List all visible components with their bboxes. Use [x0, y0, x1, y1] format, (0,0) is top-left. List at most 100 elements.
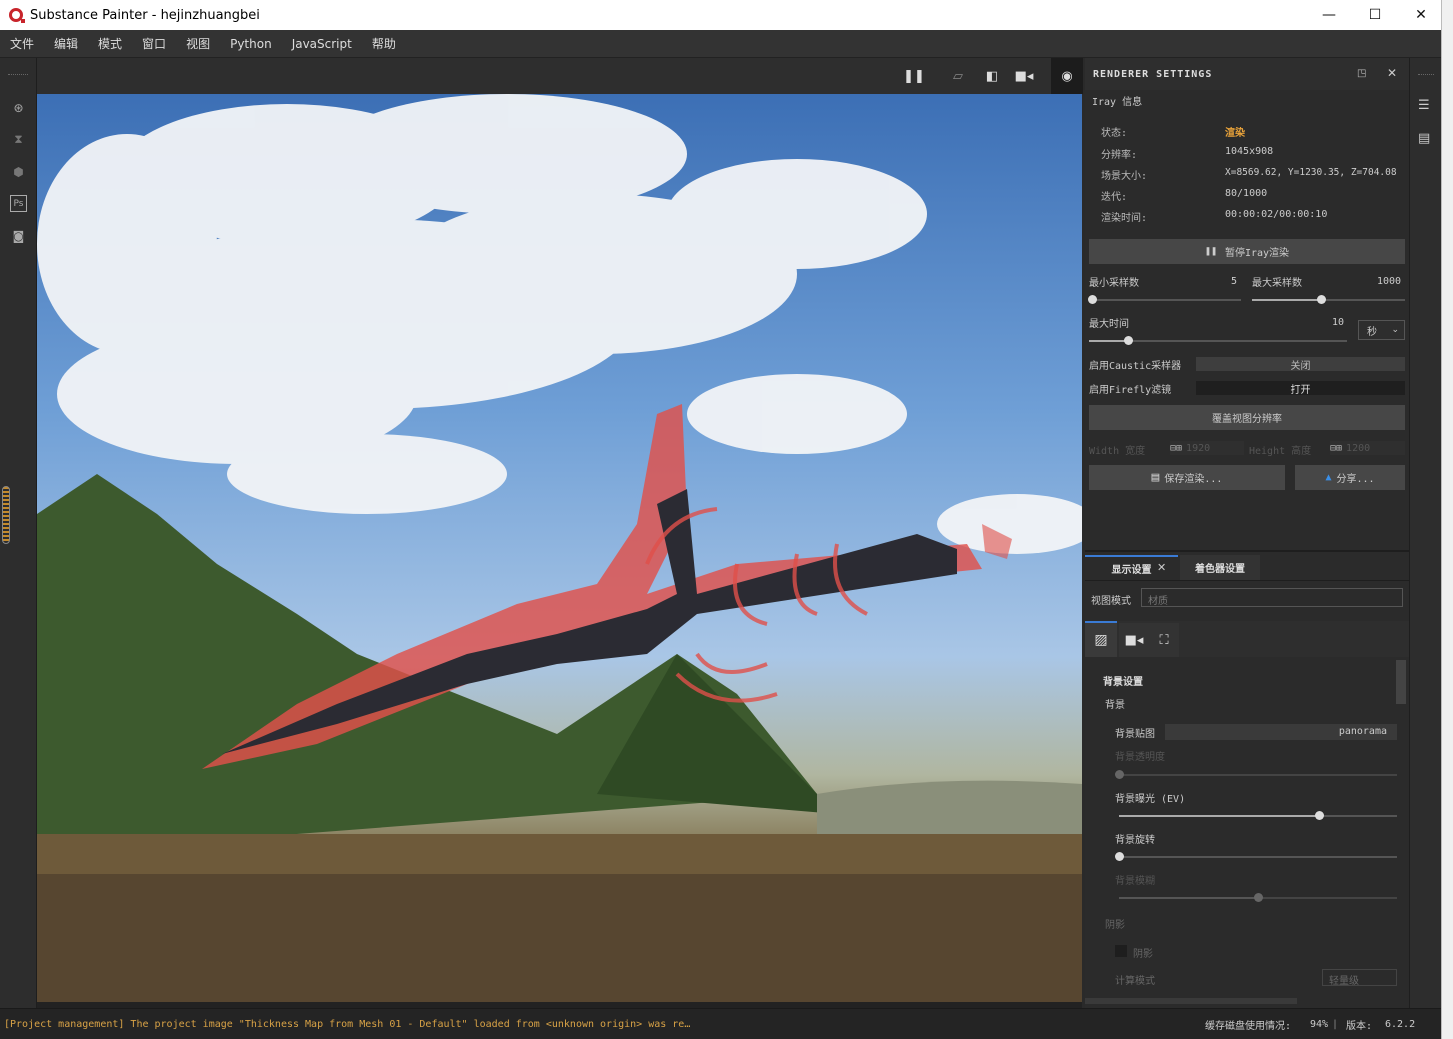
bg-rotation-slider[interactable] [1115, 852, 1397, 861]
toolbar-grip [8, 74, 28, 76]
dock-grip [1418, 74, 1434, 75]
screenshot-icon[interactable]: ◉ [1051, 58, 1083, 94]
shadow-checkbox[interactable] [1115, 945, 1127, 957]
side-handle[interactable] [2, 486, 10, 544]
3d-view-icon[interactable]: ◧ [981, 66, 1003, 86]
3d-viewport[interactable] [37, 94, 1082, 1002]
menu-javascript[interactable]: JavaScript [282, 37, 362, 51]
menu-edit[interactable]: 编辑 [44, 35, 88, 52]
menu-view[interactable]: 视图 [176, 35, 220, 52]
version-label: 版本: [1346, 1020, 1373, 1032]
override-resolution-button[interactable]: 覆盖视图分辨率 [1089, 405, 1405, 430]
cache-value: 94% [1310, 1018, 1329, 1030]
properties-icon[interactable]: ▤ [1418, 131, 1434, 147]
renderer-settings-title: RENDERER SETTINGS [1093, 68, 1213, 80]
shadow-label: 阴影 [1133, 949, 1153, 960]
menu-file[interactable]: 文件 [0, 35, 44, 52]
panel-scrollbar[interactable] [1396, 660, 1406, 704]
max-time-value[interactable]: 10 [1332, 317, 1344, 328]
tab-shader-settings[interactable]: 着色器设置 [1180, 555, 1260, 580]
viewport-frame-icon[interactable]: ⛶ [1149, 623, 1179, 657]
version-value: 6.2.2 [1385, 1018, 1416, 1030]
render-time-row: 渲染时间: 00:00:02/00:00:10 [1101, 209, 1327, 224]
width-stepper-icon[interactable]: ⊟⊞ [1170, 443, 1182, 454]
bg-blur-label: 背景模糊 [1115, 876, 1155, 887]
slider-knob[interactable] [1254, 893, 1263, 902]
caustic-toggle[interactable]: 关闭 [1196, 357, 1405, 372]
max-samples-slider[interactable] [1252, 295, 1405, 304]
resolution-value: 1045x908 [1225, 146, 1274, 157]
menu-window[interactable]: 窗口 [132, 35, 176, 52]
menu-help[interactable]: 帮助 [362, 35, 406, 52]
firefly-toggle[interactable]: 打开 [1196, 381, 1405, 396]
status-bar: [Project management] The project image "… [0, 1008, 1441, 1039]
minimize-button[interactable]: — [1306, 0, 1352, 30]
close-button[interactable]: ✕ [1398, 0, 1444, 30]
height-label: Height 高度 [1249, 446, 1312, 457]
time-unit-value: 秒 [1367, 326, 1377, 338]
bg-blur-slider[interactable] [1119, 893, 1397, 902]
menu-python[interactable]: Python [220, 37, 282, 51]
iterations-label: 迭代: [1101, 192, 1128, 203]
bg-exposure-slider[interactable] [1119, 811, 1397, 820]
bg-map-field[interactable]: panorama [1165, 724, 1397, 740]
height-field[interactable]: ⊟⊞ 1200 [1330, 441, 1405, 455]
image-icon[interactable]: ▨ [1085, 621, 1117, 657]
height-stepper-icon[interactable]: ⊟⊞ [1330, 443, 1342, 454]
slider-knob[interactable] [1115, 852, 1124, 861]
min-samples-label: 最小采样数 [1089, 278, 1139, 289]
save-icon: ▤ [1151, 470, 1160, 485]
panel-divider [1085, 550, 1409, 552]
tab-shader-label: 着色器设置 [1195, 564, 1245, 575]
width-field[interactable]: ⊟⊞ 1920 [1170, 441, 1244, 455]
undock-icon[interactable]: ◳ [1357, 68, 1366, 79]
maximize-button[interactable]: ☐ [1352, 0, 1398, 30]
max-time-label: 最大时间 [1089, 319, 1129, 330]
log-message[interactable]: [Project management] The project image "… [4, 1019, 690, 1030]
slider-knob[interactable] [1088, 295, 1098, 304]
width-value: 1920 [1186, 442, 1211, 454]
camera-icon[interactable]: ■◂ [1013, 66, 1035, 86]
save-render-button[interactable]: ▤ 保存渲染... [1089, 465, 1285, 490]
slider-knob[interactable] [1315, 811, 1325, 820]
caustic-label: 启用Caustic采样器 [1089, 361, 1182, 372]
view-mode-select[interactable]: 材质 [1141, 588, 1403, 607]
bg-settings-heading: 背景设置 [1103, 677, 1143, 688]
export-icon[interactable]: ◙ [10, 227, 27, 244]
menu-mode[interactable]: 模式 [88, 35, 132, 52]
close-tab-icon[interactable]: ✕ [1157, 561, 1166, 574]
calc-mode-select[interactable]: 轻量级 [1322, 969, 1397, 987]
frame-icon[interactable]: ▱ [947, 66, 969, 86]
slider-knob[interactable] [1123, 336, 1133, 345]
resolution-label: 分辨率: [1101, 150, 1138, 161]
slider-knob[interactable] [1115, 770, 1124, 779]
share-button[interactable]: ▲ 分享... [1295, 465, 1405, 490]
bg-rotation-label: 背景旋转 [1115, 835, 1155, 846]
pause-icon[interactable]: ❚❚ [903, 66, 925, 86]
close-panel-icon[interactable]: ✕ [1387, 66, 1397, 80]
pause-iray-label: 暂停Iray渲染 [1224, 248, 1290, 259]
save-render-label: 保存渲染... [1164, 474, 1223, 485]
cube-icon[interactable]: ⬢ [10, 163, 27, 180]
pause-iray-button[interactable]: ❚❚ 暂停Iray渲染 [1089, 239, 1405, 264]
background-window-edge [1441, 0, 1453, 1039]
min-samples-value[interactable]: 5 [1231, 276, 1237, 287]
min-samples-slider[interactable] [1088, 295, 1241, 304]
bake-icon[interactable]: ⊛ [10, 99, 27, 116]
photoshop-export-icon[interactable]: Ps [10, 195, 27, 212]
shadow-heading: 阴影 [1105, 920, 1125, 931]
max-time-slider[interactable] [1089, 336, 1347, 345]
calc-mode-label: 计算模式 [1115, 976, 1155, 987]
app-logo-icon [9, 8, 25, 23]
bg-opacity-slider[interactable] [1115, 770, 1397, 779]
time-unit-select[interactable]: 秒 ⌄ [1358, 320, 1405, 340]
bg-map-label: 背景贴图 [1115, 729, 1155, 740]
slider-knob[interactable] [1316, 295, 1326, 304]
right-dock-strip: ☰ ▤ [1409, 58, 1441, 1008]
max-samples-label: 最大采样数 [1252, 278, 1302, 289]
max-samples-value[interactable]: 1000 [1377, 276, 1401, 287]
layers-icon[interactable]: ☰ [1418, 98, 1434, 114]
timeline-icon[interactable]: ⧗ [10, 131, 27, 148]
camera-settings-icon[interactable]: ■◂ [1119, 623, 1149, 657]
horizontal-scrollbar[interactable] [1085, 998, 1297, 1004]
